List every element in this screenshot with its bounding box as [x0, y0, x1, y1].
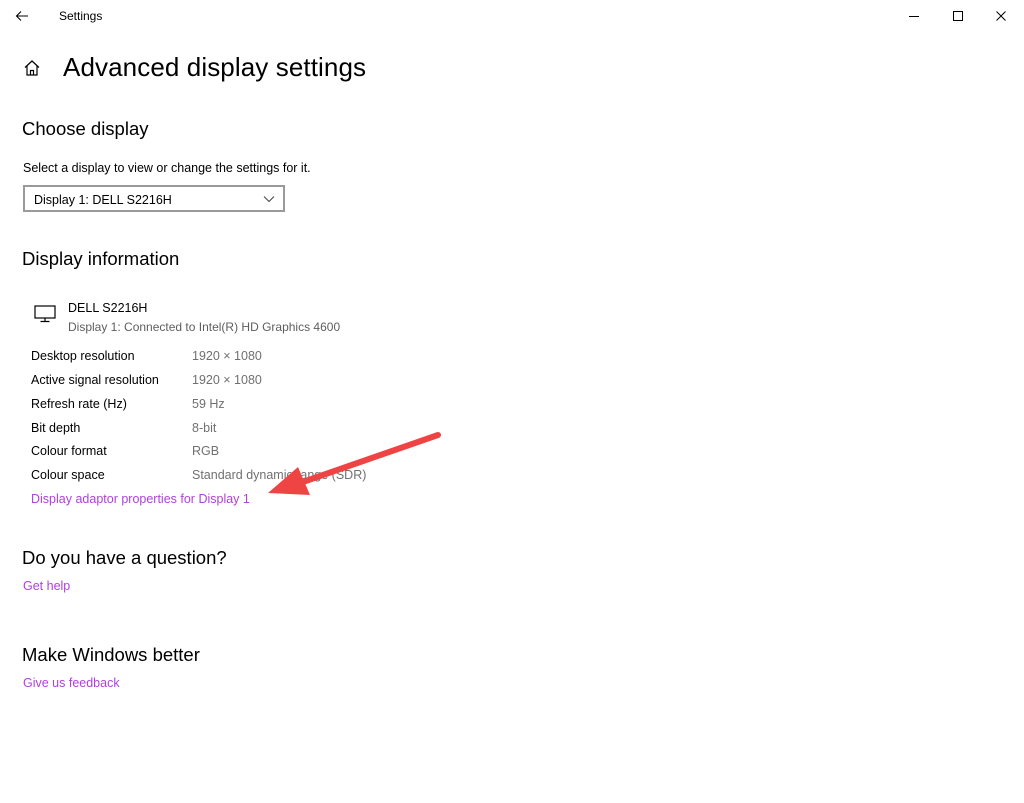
info-label-colour-format: Colour format: [31, 444, 107, 458]
info-value-bit-depth: 8-bit: [192, 421, 217, 435]
back-button[interactable]: [12, 6, 32, 26]
get-help-link[interactable]: Get help: [23, 579, 70, 593]
app-title: Settings: [59, 9, 103, 23]
home-button[interactable]: [22, 58, 42, 78]
monitor-name: DELL S2216H: [68, 301, 148, 315]
close-button[interactable]: [990, 6, 1012, 26]
display-information-heading: Display information: [22, 248, 180, 269]
display-select[interactable]: Display 1: DELL S2216H: [23, 185, 285, 212]
maximize-icon: [953, 11, 963, 21]
make-windows-better-heading: Make Windows better: [22, 644, 200, 665]
chevron-down-icon: [263, 196, 275, 203]
choose-display-description: Select a display to view or change the s…: [23, 161, 311, 175]
maximize-button[interactable]: [947, 6, 969, 26]
close-icon: [996, 11, 1006, 21]
minimize-button[interactable]: [903, 6, 925, 26]
info-label-active-signal-resolution: Active signal resolution: [31, 373, 159, 387]
info-value-desktop-resolution: 1920 × 1080: [192, 349, 262, 363]
info-label-colour-space: Colour space: [31, 468, 105, 482]
info-label-bit-depth: Bit depth: [31, 421, 81, 435]
home-icon: [24, 59, 40, 76]
give-feedback-link[interactable]: Give us feedback: [23, 676, 120, 690]
page-title: Advanced display settings: [63, 52, 367, 82]
display-adaptor-properties-link[interactable]: Display adaptor properties for Display 1: [31, 492, 250, 506]
annotation-arrow: [268, 432, 441, 495]
page-header: Advanced display settings: [22, 52, 366, 83]
monitor-icon: [34, 305, 56, 323]
arrow-left-icon: [15, 11, 28, 21]
info-value-active-signal-resolution: 1920 × 1080: [192, 373, 262, 387]
info-value-colour-space: Standard dynamic range (SDR): [192, 468, 367, 482]
minimize-icon: [909, 16, 919, 17]
choose-display-heading: Choose display: [22, 118, 149, 139]
display-select-value: Display 1: DELL S2216H: [34, 193, 172, 207]
question-heading: Do you have a question?: [22, 547, 227, 568]
info-value-colour-format: RGB: [192, 444, 220, 458]
info-value-refresh-rate: 59 Hz: [192, 397, 225, 411]
info-label-refresh-rate: Refresh rate (Hz): [31, 397, 127, 411]
info-label-desktop-resolution: Desktop resolution: [31, 349, 135, 363]
monitor-connection: Display 1: Connected to Intel(R) HD Grap…: [68, 320, 341, 334]
title-bar: Settings: [0, 0, 1024, 32]
